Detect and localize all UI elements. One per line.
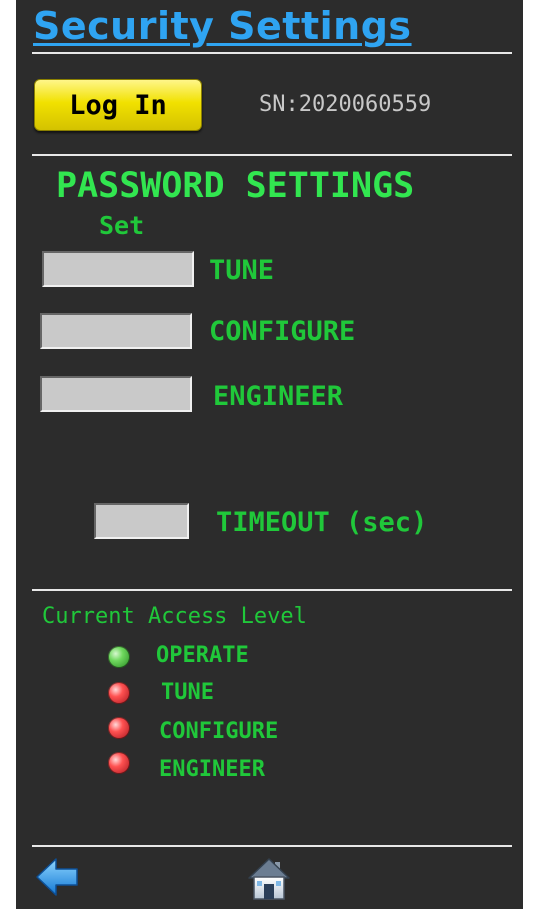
configure-status-led <box>108 717 130 739</box>
tune-status-led <box>108 682 130 704</box>
engineer-status-led <box>108 752 130 774</box>
engineer-password-label: ENGINEER <box>213 381 344 412</box>
access-divider <box>32 589 512 591</box>
serial-number: SN:2020060559 <box>259 92 432 117</box>
set-column-label: Set <box>99 211 145 240</box>
page-title: Security Settings <box>33 4 412 48</box>
nav-divider <box>32 845 512 847</box>
access-level-operate: OPERATE <box>156 643 249 668</box>
log-in-button[interactable]: Log In <box>34 79 202 131</box>
title-divider <box>32 52 512 54</box>
access-level-configure: CONFIGURE <box>159 719 279 744</box>
timeout-label: TIMEOUT (sec) <box>216 507 428 538</box>
tune-password-label: TUNE <box>209 255 275 286</box>
timeout-field[interactable] <box>94 503 189 539</box>
login-divider <box>32 154 512 156</box>
current-access-level-heading: Current Access Level <box>42 604 307 629</box>
home-icon[interactable] <box>245 854 293 902</box>
configure-password-label: CONFIGURE <box>209 316 356 347</box>
access-level-engineer: ENGINEER <box>159 757 265 782</box>
security-settings-panel: Security Settings Log In SN:2020060559 P… <box>16 0 523 909</box>
configure-password-field[interactable] <box>40 313 192 349</box>
access-level-tune: TUNE <box>161 680 214 705</box>
operate-status-led <box>108 646 130 668</box>
back-arrow-icon[interactable] <box>34 856 80 898</box>
engineer-password-field[interactable] <box>40 376 192 412</box>
password-settings-heading: PASSWORD SETTINGS <box>56 166 415 206</box>
tune-password-field[interactable] <box>42 251 194 287</box>
